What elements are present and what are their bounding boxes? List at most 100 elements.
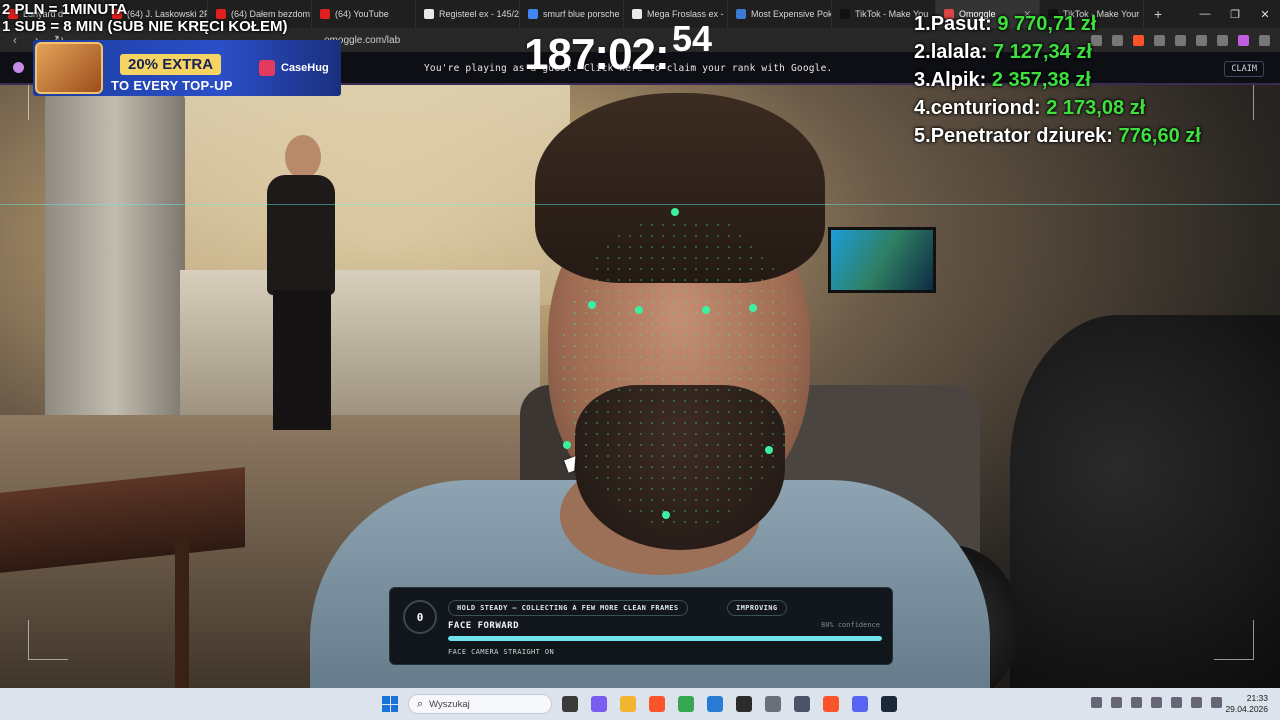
leaderboard-amount: 7 127,34 zł	[992, 41, 1092, 63]
mesh-point	[629, 422, 631, 424]
brave-active-icon[interactable]	[823, 696, 839, 712]
settings-icon[interactable]	[765, 696, 781, 712]
taskbar-clock[interactable]: 21:33 29.04.2026	[1225, 693, 1268, 715]
store-icon[interactable]	[707, 696, 723, 712]
mesh-point	[662, 290, 664, 292]
mesh-point	[662, 334, 664, 336]
mesh-point	[574, 367, 576, 369]
chrome-icon[interactable]	[678, 696, 694, 712]
wifi-icon[interactable]	[1171, 697, 1182, 708]
mesh-point	[706, 400, 708, 402]
mesh-point	[761, 433, 763, 435]
leaderboard-row: 1.Pasut: 9 770,71 zł	[914, 10, 1201, 38]
trend-pill: IMPROVING	[727, 600, 787, 616]
mesh-point	[706, 444, 708, 446]
mesh-point	[662, 455, 664, 457]
mesh-point	[717, 510, 719, 512]
mesh-point	[563, 367, 565, 369]
menu-icon[interactable]	[1259, 34, 1270, 46]
mesh-point	[618, 455, 620, 457]
scan-progress-fill	[448, 636, 882, 641]
mesh-point	[695, 323, 697, 325]
omoggle-logo-icon[interactable]	[13, 62, 24, 73]
mesh-point	[673, 455, 675, 457]
volume-icon[interactable]	[1191, 697, 1202, 708]
mesh-point	[618, 411, 620, 413]
mesh-point	[673, 312, 675, 314]
mesh-point	[728, 345, 730, 347]
background-monitor	[828, 227, 936, 293]
mesh-point	[640, 323, 642, 325]
browser-tab[interactable]: (64) YouTube	[312, 0, 416, 28]
obs-icon[interactable]	[736, 696, 752, 712]
mesh-point	[750, 279, 752, 281]
mesh-point	[684, 257, 686, 259]
wallet-icon[interactable]	[1217, 34, 1228, 46]
mesh-point	[640, 356, 642, 358]
mesh-landmark	[588, 301, 596, 309]
mesh-point	[706, 235, 708, 237]
mesh-point	[695, 510, 697, 512]
mesh-point	[596, 345, 598, 347]
mesh-point	[585, 455, 587, 457]
mesh-point	[750, 257, 752, 259]
claim-button[interactable]: CLAIM	[1224, 61, 1264, 77]
mesh-point	[618, 444, 620, 446]
mesh-point	[750, 312, 752, 314]
mesh-point	[717, 477, 719, 479]
close-window-icon[interactable]: ✕	[1250, 8, 1280, 21]
mesh-point	[607, 279, 609, 281]
mesh-point	[651, 301, 653, 303]
mesh-point	[629, 389, 631, 391]
browser-tab[interactable]: smurf blue porsche	[520, 0, 624, 28]
leaderboard-amount: 776,60 zł	[1118, 125, 1201, 147]
leaderboard-name: Alpik:	[930, 69, 987, 91]
battery-icon[interactable]	[1211, 697, 1222, 708]
mesh-point	[618, 257, 620, 259]
mesh-point	[695, 466, 697, 468]
microphone-icon[interactable]	[1151, 697, 1162, 708]
mesh-point	[629, 323, 631, 325]
mesh-point	[563, 389, 565, 391]
mesh-point	[695, 312, 697, 314]
mesh-point	[585, 411, 587, 413]
file-explorer-icon[interactable]	[620, 696, 636, 712]
chevron-up-icon[interactable]	[1091, 697, 1102, 708]
tray-app-icon[interactable]	[1111, 697, 1122, 708]
start-button-icon[interactable]	[382, 696, 398, 712]
taskbar-search[interactable]: ⌕ Wyszukaj	[408, 694, 552, 714]
browser-tab[interactable]: Most Expensive Pok	[728, 0, 832, 28]
mesh-point	[607, 257, 609, 259]
discord-icon[interactable]	[852, 696, 868, 712]
network-icon[interactable]	[1131, 697, 1142, 708]
mesh-point	[607, 323, 609, 325]
mesh-point	[728, 279, 730, 281]
mesh-point	[651, 312, 653, 314]
mesh-point	[717, 367, 719, 369]
mesh-point	[651, 433, 653, 435]
task-view-icon[interactable]	[562, 696, 578, 712]
mesh-point	[717, 312, 719, 314]
mesh-point	[761, 257, 763, 259]
browser-tab[interactable]: Registeel ex - 145/2	[416, 0, 520, 28]
mesh-point	[750, 400, 752, 402]
mesh-point	[739, 455, 741, 457]
brave-icon[interactable]	[649, 696, 665, 712]
steam-icon[interactable]	[881, 696, 897, 712]
mesh-point	[750, 367, 752, 369]
mesh-point	[750, 444, 752, 446]
mesh-point	[684, 411, 686, 413]
mesh-point	[717, 455, 719, 457]
mesh-point	[651, 224, 653, 226]
mesh-point	[695, 422, 697, 424]
maximize-icon[interactable]: ❐	[1220, 8, 1250, 21]
back-icon[interactable]: ‹	[8, 33, 22, 47]
mesh-point	[706, 466, 708, 468]
mesh-point	[673, 389, 675, 391]
vpn-icon[interactable]	[1238, 34, 1249, 46]
search-placeholder: Wyszukaj	[429, 698, 470, 710]
mesh-point	[739, 477, 741, 479]
calculator-icon[interactable]	[794, 696, 810, 712]
copilot-icon[interactable]	[591, 696, 607, 712]
mesh-point	[750, 246, 752, 248]
